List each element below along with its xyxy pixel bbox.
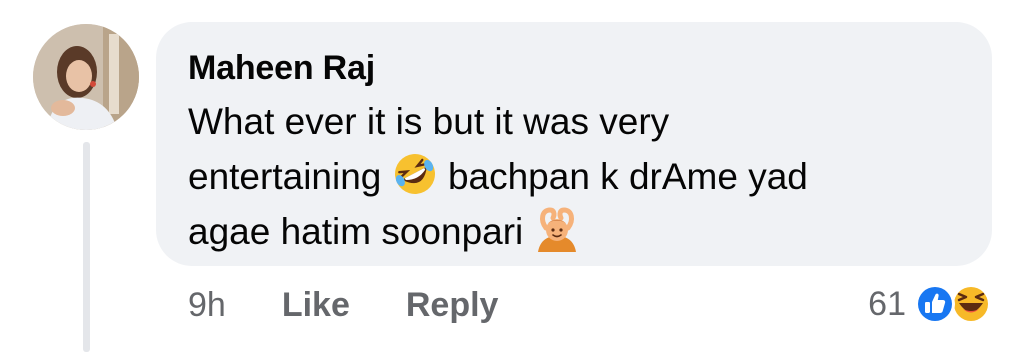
comment-text-segment: entertaining (188, 156, 382, 197)
comment-text-line-3: agae hatim soonpari (188, 204, 972, 259)
reply-button[interactable]: Reply (406, 286, 499, 325)
reaction-icons (914, 281, 994, 327)
comment-text-line-2: entertaining bachpan k drAme yad (188, 149, 972, 204)
reaction-count: 61 (868, 284, 906, 323)
comment-text-segment: bachpan k drAme yad (447, 156, 808, 197)
haha-reaction-icon (950, 283, 992, 325)
thread-line (83, 142, 90, 352)
person-gesturing-ok-emoji (534, 206, 580, 252)
reactions-summary[interactable]: 61 (868, 281, 994, 327)
rolling-on-floor-laughing-emoji (392, 151, 438, 197)
comment-bubble: Maheen Raj What ever it is but it was ve… (156, 22, 992, 266)
timestamp[interactable]: 9h (188, 286, 226, 325)
like-reaction-icon (914, 283, 956, 325)
comment-text-line-1: What ever it is but it was very (188, 101, 670, 142)
avatar[interactable] (33, 24, 139, 130)
comment-actions: 9h Like Reply (188, 283, 498, 327)
comment-text-segment: agae hatim soonpari (188, 211, 524, 252)
like-button[interactable]: Like (282, 286, 350, 325)
comment: Maheen Raj What ever it is but it was ve… (0, 0, 1024, 352)
comment-author[interactable]: Maheen Raj (188, 46, 972, 90)
